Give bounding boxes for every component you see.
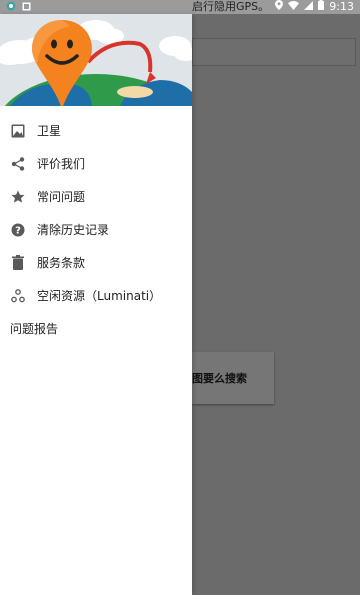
menu-item-rate-us[interactable]: 评价我们 <box>0 147 192 180</box>
signal-icon <box>304 0 314 13</box>
svg-text:?: ? <box>15 225 21 236</box>
network-icon <box>10 288 26 304</box>
menu-item-idle-resources[interactable]: 空闲资源（Luminati） <box>0 279 192 312</box>
globe-pin-illustration <box>0 14 192 106</box>
battery-icon <box>318 0 325 13</box>
notification-icon <box>22 1 31 14</box>
menu-item-label: 清除历史记录 <box>37 223 110 237</box>
menu-item-satellite[interactable]: 卫星 <box>0 114 192 147</box>
menu-item-label: 卫星 <box>37 124 62 138</box>
location-icon <box>275 0 284 13</box>
background-card-text: 图要么搜索 <box>192 372 247 385</box>
status-time: 9:13 <box>329 0 354 13</box>
navigation-drawer: 卫星 评价我们 常问问题 ? 清除历史记录 服务条款 空闲资源（Luminati… <box>0 14 192 595</box>
menu-item-label: 评价我们 <box>37 157 86 171</box>
help-icon: ? <box>10 222 26 238</box>
menu-item-clear-history[interactable]: ? 清除历史记录 <box>0 213 192 246</box>
share-icon <box>10 156 26 172</box>
app-icon <box>6 1 16 14</box>
wifi-icon <box>288 0 300 13</box>
drawer-header-illustration <box>0 14 192 106</box>
menu-item-label: 服务条款 <box>37 256 86 270</box>
menu-item-label: 问题报告 <box>10 322 59 336</box>
status-notification-text: 启行隐用GPS。 <box>192 0 270 13</box>
background-card: 图要么搜索 <box>192 352 274 404</box>
menu-item-terms-of-service[interactable]: 服务条款 <box>0 246 192 279</box>
status-bar: 启行隐用GPS。 9:13 <box>0 0 360 14</box>
menu-item-label: 空闲资源（Luminati） <box>37 289 162 303</box>
trash-icon <box>10 255 26 271</box>
menu-item-report-issue[interactable]: 问题报告 <box>0 312 192 345</box>
menu-item-label: 常问问题 <box>37 190 86 204</box>
image-icon <box>10 123 26 139</box>
background-search-field <box>192 38 356 66</box>
drawer-menu: 卫星 评价我们 常问问题 ? 清除历史记录 服务条款 空闲资源（Luminati… <box>0 114 192 345</box>
star-icon <box>10 189 26 205</box>
menu-item-faq[interactable]: 常问问题 <box>0 180 192 213</box>
